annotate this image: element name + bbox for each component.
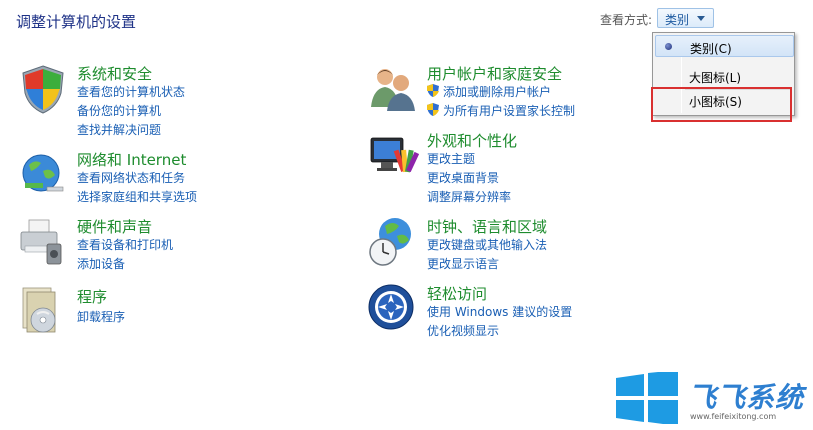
menu-item-category[interactable]: 类别(C) <box>655 35 794 57</box>
category-link[interactable]: 备份您的计算机 <box>77 102 161 119</box>
category-title[interactable]: 外观和个性化 <box>427 130 517 151</box>
category-title[interactable]: 硬件和声音 <box>77 216 152 237</box>
clock-globe-icon <box>369 218 411 266</box>
page-title: 调整计算机的设置 <box>16 13 137 31</box>
radio-checked-icon <box>665 43 672 50</box>
category-link[interactable]: 为所有用户设置家长控制 <box>443 102 575 119</box>
menu-item-label: 大图标(L) <box>689 71 742 85</box>
menu-item-large-icons[interactable]: 大图标(L) <box>655 65 794 87</box>
menu-item-label: 小图标(S) <box>689 95 742 109</box>
monitor-color-icon <box>370 137 419 173</box>
programs-disc-icon <box>22 287 56 333</box>
category-link[interactable]: 查看您的计算机状态 <box>77 83 185 100</box>
category-link[interactable]: 优化视频显示 <box>427 322 499 339</box>
watermark-logo: 飞飞系统 www.feifeixitong.com <box>614 370 805 426</box>
category-link[interactable]: 更改桌面背景 <box>427 169 499 186</box>
menu-item-small-icons[interactable]: 小图标(S) <box>655 89 794 111</box>
category-link[interactable]: 查看网络状态和任务 <box>77 169 185 186</box>
category-link[interactable]: 添加设备 <box>77 255 125 272</box>
category-link[interactable]: 卸载程序 <box>77 308 125 325</box>
chevron-down-icon <box>697 16 705 21</box>
network-globe-icon <box>22 154 64 192</box>
view-by-value: 类别 <box>665 13 690 27</box>
category-link[interactable]: 调整屏幕分辨率 <box>427 188 511 205</box>
category-link[interactable]: 添加或删除用户帐户 <box>443 83 551 100</box>
category-link[interactable]: 更改显示语言 <box>427 255 499 272</box>
category-link[interactable]: 查看设备和打印机 <box>77 236 173 253</box>
ease-of-access-icon <box>368 284 414 330</box>
category-link[interactable]: 更改主题 <box>427 150 475 167</box>
printer-icon <box>20 219 62 265</box>
category-title[interactable]: 程序 <box>77 286 107 307</box>
category-link[interactable]: 更改键盘或其他输入法 <box>427 236 547 253</box>
category-title[interactable]: 网络和 Internet <box>77 149 186 170</box>
view-by-menu: 类别(C) 大图标(L) 小图标(S) <box>652 32 795 116</box>
category-title[interactable]: 时钟、语言和区域 <box>427 216 547 237</box>
menu-item-label: 类别(C) <box>690 42 732 56</box>
view-by-label: 查看方式: <box>600 13 653 27</box>
category-link[interactable]: 使用 Windows 建议的设置 <box>427 303 572 320</box>
uac-shield-icon <box>427 103 439 116</box>
category-title[interactable]: 轻松访问 <box>427 283 487 304</box>
view-by-dropdown[interactable]: 类别 <box>657 8 714 28</box>
uac-shield-icon <box>427 84 439 97</box>
shield-icon <box>22 65 64 114</box>
windows-logo-icon <box>616 370 678 426</box>
category-title[interactable]: 系统和安全 <box>77 63 152 84</box>
watermark-url: www.feifeixitong.com <box>690 412 777 421</box>
watermark-brand: 飞飞系统 <box>688 381 805 414</box>
category-title[interactable]: 用户帐户和家庭安全 <box>427 63 562 84</box>
category-link[interactable]: 查找并解决问题 <box>77 121 161 138</box>
category-link[interactable]: 选择家庭组和共享选项 <box>77 188 197 205</box>
users-icon <box>371 69 415 111</box>
